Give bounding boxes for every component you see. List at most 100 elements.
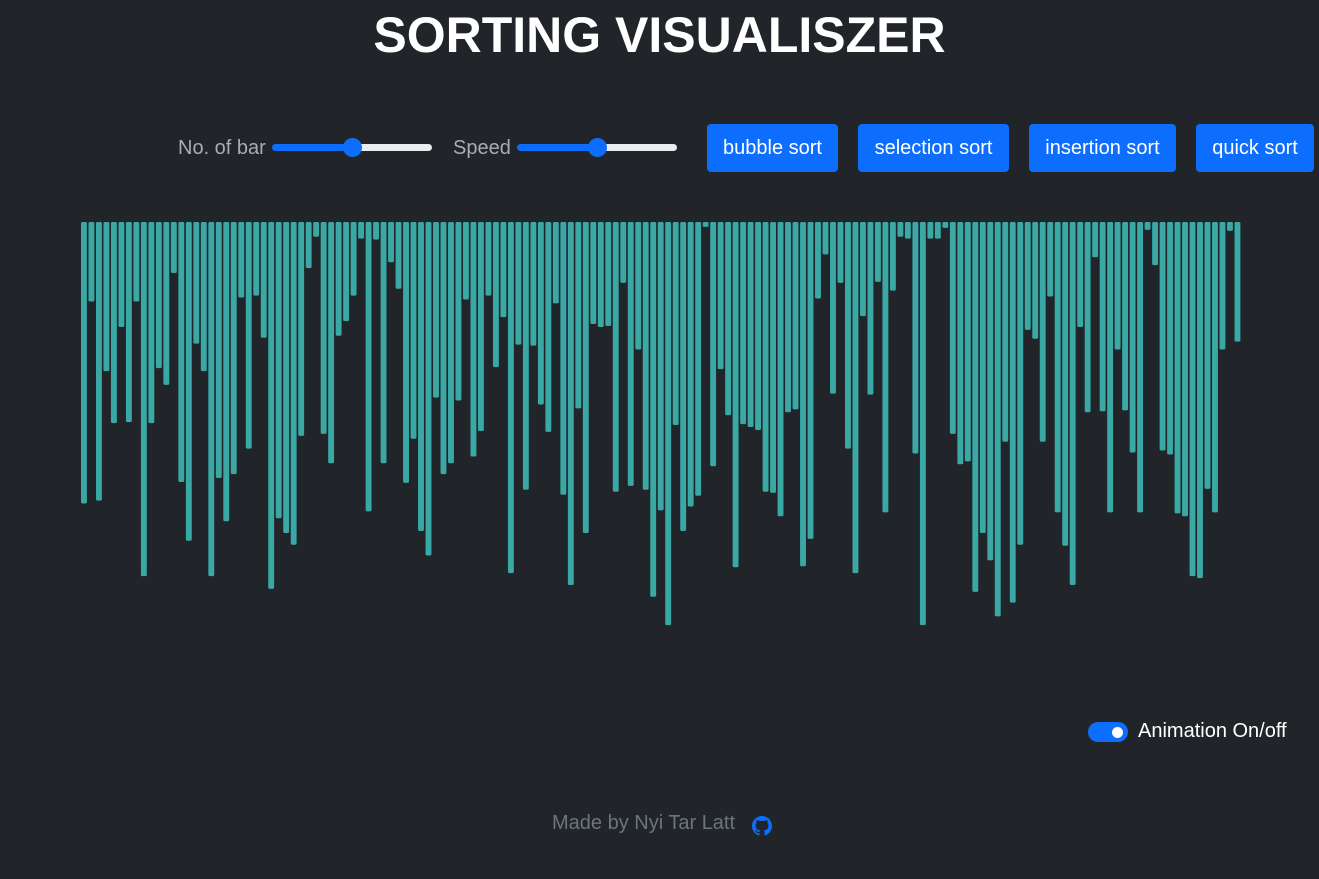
bar [1009,222,1016,603]
bar [448,222,454,464]
bar [695,222,702,496]
bar [717,222,724,370]
bar [897,222,904,237]
bar [620,222,627,283]
bar [837,222,844,283]
bar [140,222,147,577]
bar [949,222,956,434]
bar [1129,222,1136,453]
bar [934,222,941,239]
bar [582,222,589,533]
bar [859,222,866,317]
github-icon[interactable] [752,816,772,836]
bar [987,222,994,561]
bar [253,222,260,296]
bar [672,222,679,426]
bar [522,222,529,490]
bar [747,222,754,428]
bar [642,222,649,490]
bar [313,222,320,237]
bar [1099,222,1106,412]
bar [762,222,769,492]
bar [477,222,484,431]
bar [343,222,350,322]
bar [425,222,432,556]
bar [1159,222,1166,451]
bar [1189,222,1196,577]
bar [1227,222,1233,231]
bar [148,222,155,424]
bar [380,222,387,464]
bar [193,222,200,344]
bar [552,222,559,304]
bar [1114,222,1121,350]
bar [1234,222,1241,342]
bar [852,222,859,574]
bar [530,222,537,346]
bar [567,222,574,585]
bar [537,222,544,405]
bar [770,222,776,493]
bar [81,222,87,504]
bar [919,222,926,626]
bar [223,222,230,522]
bar [133,222,140,302]
bar [365,222,372,512]
bar [545,222,552,432]
bar [1152,222,1159,266]
bar [500,222,507,318]
footer-credit: Made by Nyi Tar Latt [552,812,736,834]
bar [627,222,634,486]
bar [410,222,417,439]
bar [635,222,642,350]
bar [455,222,462,401]
bar [964,222,971,462]
bar [994,222,1001,617]
bar [1032,222,1039,339]
bar [1062,222,1069,546]
animation-switch[interactable] [1088,722,1128,742]
bar [815,222,821,299]
bar [597,222,604,327]
bar [800,222,806,567]
bar [1212,222,1218,513]
animation-toggle-label: Animation On/off [1138,720,1287,742]
bar [358,222,365,239]
bar [1047,222,1054,297]
bar [575,222,582,409]
bar [418,222,424,531]
bar [912,222,919,454]
bar [560,222,567,495]
bar [1039,222,1046,442]
bar [732,222,739,568]
bar [1054,222,1061,513]
bar [1204,222,1211,489]
bar [395,222,402,289]
bar-chart [81,222,1241,626]
bar [725,222,732,416]
bar [403,222,409,483]
bar [1084,222,1091,413]
bar [1122,222,1129,411]
bar [88,222,95,302]
bar [1137,222,1144,513]
bar [612,222,619,492]
bar [275,222,282,519]
bar [320,222,327,434]
bar [507,222,514,574]
bar [942,222,949,228]
bar [680,222,687,531]
bar [740,222,747,425]
bar [388,222,394,263]
bar [260,222,267,338]
bar [118,222,125,327]
bar [463,222,469,300]
bar [185,222,192,541]
bar [882,222,889,513]
bar [590,222,597,325]
bar [350,222,357,296]
bar [710,222,717,467]
bar [702,222,709,227]
bar [485,222,492,296]
bar [433,222,439,398]
